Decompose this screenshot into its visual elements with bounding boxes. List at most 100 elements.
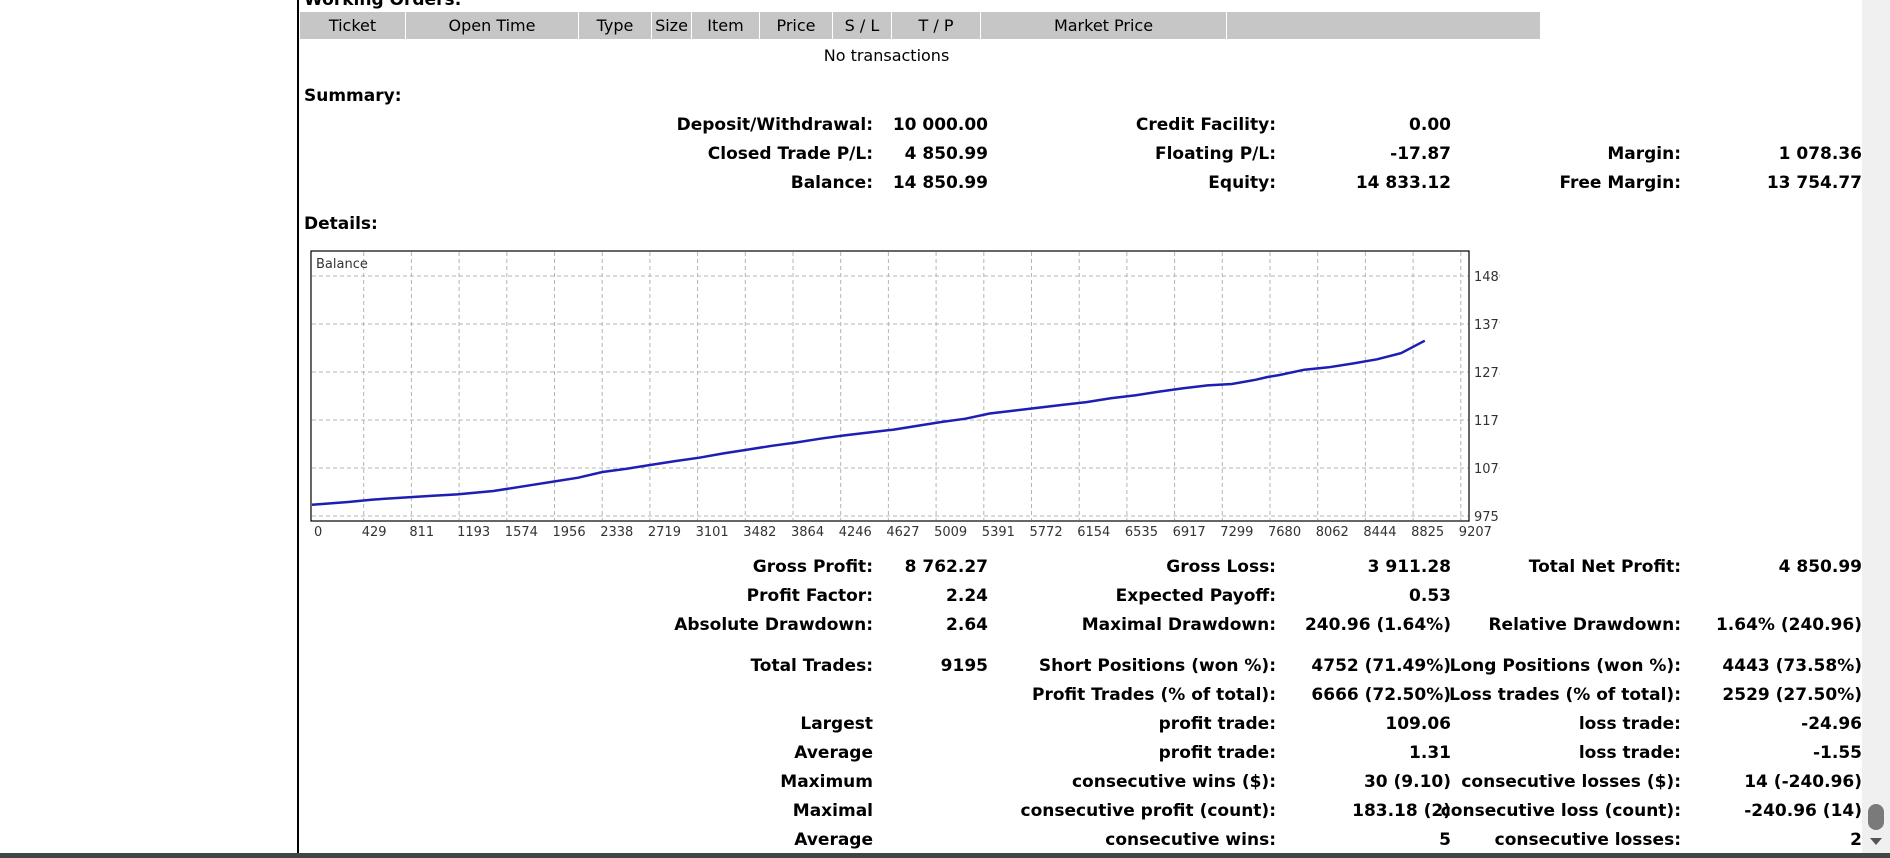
report-content: Working Orders: Ticket Open Time Type Si…: [300, 0, 1862, 858]
expected-payoff-value: 0.53: [1409, 586, 1451, 606]
scroll-down-arrow-icon[interactable]: [1870, 838, 1882, 845]
credit-facility-label: Credit Facility:: [1135, 115, 1276, 135]
loss-trades-label: Loss trades (% of total):: [1449, 685, 1681, 705]
maximal-consec-profit-value: 183.18 (2): [1352, 801, 1451, 821]
col-empty: [1227, 12, 1540, 39]
x-tick-label: 6154: [1077, 525, 1110, 540]
largest-label: Largest: [800, 714, 873, 734]
scrollbar-thumb[interactable]: [1868, 804, 1884, 830]
y-tick-label: 12782: [1474, 366, 1500, 381]
maximal-label: Maximal: [792, 801, 873, 821]
x-tick-label: 5391: [982, 525, 1015, 540]
avg-consec-losses-label: consecutive losses:: [1494, 830, 1681, 850]
short-positions-value: 4752 (71.49%): [1311, 656, 1451, 676]
x-tick-label: 7680: [1268, 525, 1301, 540]
y-axis-ticks: 9755 10764 11773 12782 13791 14800: [1474, 270, 1500, 525]
average-profit-value: 1.31: [1409, 743, 1451, 763]
gross-profit-label: Gross Profit:: [752, 557, 873, 577]
x-tick-label: 5009: [934, 525, 967, 540]
working-orders-title: Working Orders:: [304, 0, 462, 10]
total-net-profit-label: Total Net Profit:: [1528, 557, 1681, 577]
avg-consec-wins-value: 5: [1439, 830, 1451, 850]
x-tick-label: 4246: [839, 525, 872, 540]
y-tick-label: 9755: [1474, 510, 1500, 525]
max-consec-wins-value: 30 (9.10): [1363, 772, 1451, 792]
col-price: Price: [760, 12, 833, 39]
x-tick-label: 0: [314, 525, 322, 540]
loss-trades-value: 2529 (27.50%): [1722, 685, 1862, 705]
x-axis-ticks: 0 429 811 1193 1574 1956 2338 2719 3101 3482 3864 4…: [314, 525, 1492, 540]
x-tick-label: 9207: [1459, 525, 1492, 540]
average2-label: Average: [794, 830, 873, 850]
y-tick-label: 11773: [1474, 414, 1500, 429]
avg-consec-losses-value: 2: [1850, 830, 1862, 850]
free-margin-label: Free Margin:: [1559, 173, 1681, 193]
average-profit-label: profit trade:: [1158, 743, 1276, 763]
vertical-scrollbar[interactable]: [1862, 0, 1890, 853]
profit-factor-value: 2.24: [946, 586, 988, 606]
x-tick-label: 2719: [648, 525, 681, 540]
col-stop-loss: S / L: [833, 12, 892, 39]
summary-title: Summary:: [304, 86, 402, 106]
largest-loss-value: -24.96: [1801, 714, 1862, 734]
chart-frame: [310, 250, 1470, 522]
col-item: Item: [692, 12, 760, 39]
x-tick-label: 3101: [696, 525, 729, 540]
gross-profit-value: 8 762.27: [904, 557, 988, 577]
max-consec-losses-label: consecutive losses ($):: [1461, 772, 1681, 792]
y-tick-label: 10764: [1474, 462, 1500, 477]
total-trades-value: 9195: [940, 656, 988, 676]
largest-loss-label: loss trade:: [1578, 714, 1681, 734]
maximal-drawdown-label: Maximal Drawdown:: [1081, 615, 1276, 635]
relative-drawdown-value: 1.64% (240.96): [1715, 615, 1862, 635]
x-tick-label: 811: [409, 525, 434, 540]
x-tick-label: 3864: [791, 525, 824, 540]
x-tick-label: 4627: [886, 525, 919, 540]
maximal-consec-loss-value: -240.96 (14): [1744, 801, 1862, 821]
x-tick-label: 3482: [743, 525, 776, 540]
deposit-withdrawal-value: 10 000.00: [892, 115, 988, 135]
relative-drawdown-label: Relative Drawdown:: [1488, 615, 1681, 635]
x-tick-label: 1956: [553, 525, 586, 540]
equity-value: 14 833.12: [1355, 173, 1451, 193]
deposit-withdrawal-label: Deposit/Withdrawal:: [676, 115, 873, 135]
floating-pl-value: -17.87: [1390, 144, 1451, 164]
x-tick-label: 1193: [457, 525, 490, 540]
absolute-drawdown-label: Absolute Drawdown:: [674, 615, 873, 635]
gross-loss-value: 3 911.28: [1367, 557, 1451, 577]
x-tick-label: 6535: [1125, 525, 1158, 540]
equity-label: Equity:: [1208, 173, 1276, 193]
largest-profit-label: profit trade:: [1158, 714, 1276, 734]
absolute-drawdown-value: 2.64: [946, 615, 988, 635]
bottom-border: [0, 853, 1890, 858]
largest-profit-value: 109.06: [1385, 714, 1451, 734]
left-border-line: [297, 0, 299, 858]
total-net-profit-value: 4 850.99: [1778, 557, 1862, 577]
maximal-consec-loss-label: consecutive loss (count):: [1440, 801, 1681, 821]
short-positions-label: Short Positions (won %):: [1038, 656, 1276, 676]
max-consec-losses-value: 14 (-240.96): [1744, 772, 1862, 792]
credit-facility-value: 0.00: [1409, 115, 1451, 135]
x-tick-label: 8062: [1316, 525, 1349, 540]
average-label: Average: [794, 743, 873, 763]
col-take-profit: T / P: [892, 12, 981, 39]
x-tick-label: 7299: [1220, 525, 1253, 540]
x-tick-label: 429: [362, 525, 387, 540]
total-trades-label: Total Trades:: [750, 656, 873, 676]
closed-trade-pl-label: Closed Trade P/L:: [707, 144, 873, 164]
balance-value: 14 850.99: [892, 173, 988, 193]
profit-factor-label: Profit Factor:: [746, 586, 873, 606]
average-loss-label: loss trade:: [1578, 743, 1681, 763]
floating-pl-label: Floating P/L:: [1154, 144, 1276, 164]
x-tick-label: 5772: [1030, 525, 1063, 540]
free-margin-value: 13 754.77: [1766, 173, 1862, 193]
max-consec-wins-label: consecutive wins ($):: [1071, 772, 1276, 792]
maximal-consec-profit-label: consecutive profit (count):: [1020, 801, 1276, 821]
long-positions-value: 4443 (73.58%): [1722, 656, 1862, 676]
details-title: Details:: [304, 214, 378, 234]
long-positions-label: Long Positions (won %):: [1449, 656, 1681, 676]
balance-chart: Balance 0 429 811 1193 1574 1956 2338 2719 3101 3…: [310, 250, 1500, 540]
maximal-drawdown-value: 240.96 (1.64%): [1304, 615, 1451, 635]
margin-value: 1 078.36: [1778, 144, 1862, 164]
closed-trade-pl-value: 4 850.99: [904, 144, 988, 164]
